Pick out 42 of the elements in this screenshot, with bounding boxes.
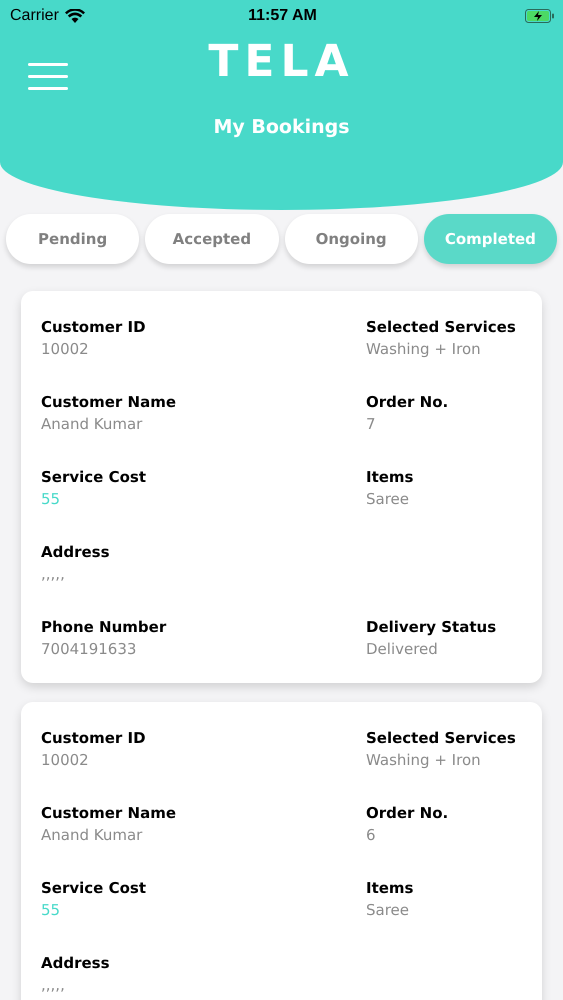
field-value: Delivered — [366, 639, 439, 659]
field-label: Address — [41, 953, 111, 973]
field-value: Washing + Iron — [366, 750, 482, 770]
field-label: Service Cost — [41, 467, 147, 487]
field-value: Saree — [366, 489, 410, 509]
field-label: Phone Number — [41, 617, 168, 637]
carrier-label: Carrier — [10, 7, 59, 25]
menu-icon[interactable] — [28, 62, 68, 92]
field-value: Washing + Iron — [366, 339, 482, 359]
field-label: Items — [366, 467, 414, 487]
field-label: Address — [41, 542, 111, 562]
field-label: Customer Name — [41, 803, 177, 823]
field-label: Customer ID — [41, 728, 147, 748]
tab[interactable]: Ongoing — [284, 214, 418, 264]
field-label: Delivery Status — [366, 617, 496, 637]
field-value: 7 — [366, 414, 377, 434]
field-label: Selected Services — [366, 728, 516, 748]
field-value: 6 — [366, 825, 377, 845]
field-label: Order No. — [366, 392, 448, 412]
field-label: Order No. — [366, 803, 448, 823]
wifi-icon — [64, 9, 85, 23]
battery-icon — [525, 9, 555, 23]
field-label: Service Cost — [41, 878, 147, 898]
field-value: 10002 — [41, 339, 90, 359]
field-value: 7004191633 — [41, 639, 138, 659]
field-value: Anand Kumar — [41, 414, 144, 434]
field-label: Items — [366, 878, 414, 898]
field-label: Customer Name — [41, 392, 177, 412]
field-value: 55 — [41, 900, 62, 920]
field-value: Anand Kumar — [41, 825, 144, 845]
page-title: My Bookings — [212, 116, 351, 138]
clock: 11:57 AM — [248, 7, 317, 25]
field-value: ,,,,, — [41, 564, 66, 584]
field-value: 10002 — [41, 750, 90, 770]
tab[interactable]: Pending — [6, 214, 140, 264]
field-value: Saree — [366, 900, 410, 920]
field-label: Customer ID — [41, 317, 147, 337]
field-label: Selected Services — [366, 317, 516, 337]
field-value: 55 — [41, 489, 62, 509]
tab[interactable]: Accepted — [145, 214, 278, 264]
field-value: ,,,,, — [41, 975, 66, 995]
logo: TELA — [208, 36, 355, 86]
